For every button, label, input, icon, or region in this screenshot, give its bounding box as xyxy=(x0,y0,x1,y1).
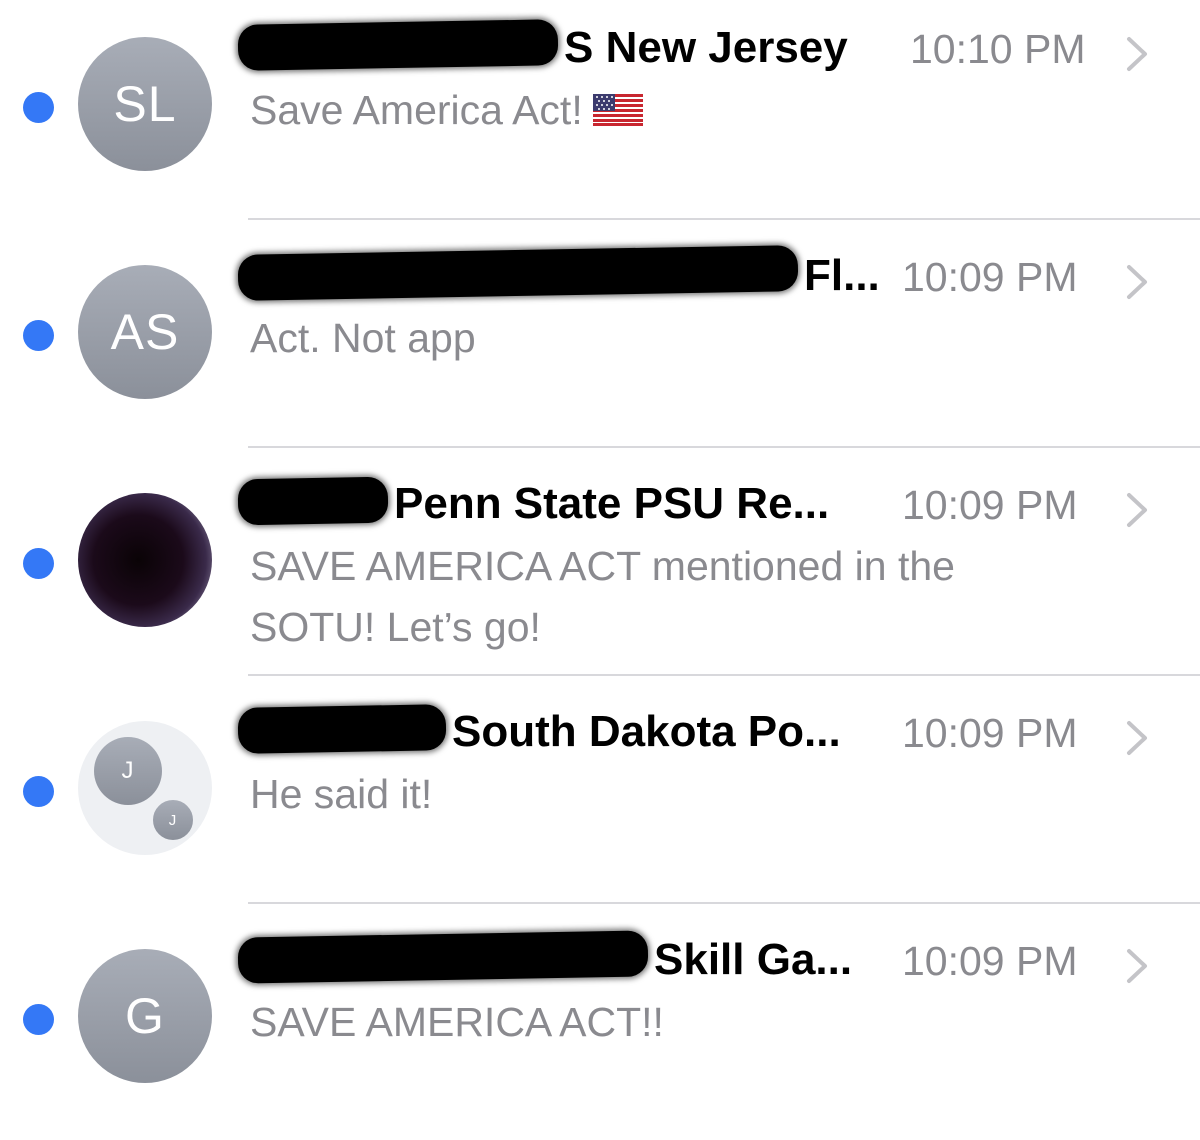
contact-name-text: South Dakota Po... xyxy=(452,707,841,756)
conversation-row[interactable]: G Skill Ga... 10:09 PM SAVE AMERICA ACT!… xyxy=(0,912,1200,1140)
unread-indicator xyxy=(23,776,54,807)
contact-name: Skill Ga... xyxy=(237,930,853,985)
conversation-row[interactable]: SL S New Jersey 10:10 PM Save America Ac… xyxy=(0,0,1200,228)
message-preview: SAVE AMERICA ACT!! xyxy=(250,999,664,1045)
message-time: 10:09 PM xyxy=(902,482,1078,528)
separator xyxy=(248,902,1200,904)
redaction-mark xyxy=(237,476,389,526)
avatar-photo xyxy=(78,493,212,627)
contact-name-text: S New Jersey xyxy=(564,23,848,72)
conversation-row[interactable]: J J South Dakota Po... 10:09 PM He said … xyxy=(0,684,1200,912)
contact-name: South Dakota Po... xyxy=(237,704,841,757)
avatar: SL xyxy=(78,37,212,171)
message-preview: Save America Act! xyxy=(250,80,1110,141)
contact-name-text: Fl... xyxy=(804,251,880,300)
separator xyxy=(248,674,1200,676)
us-flag-icon xyxy=(592,82,643,126)
message-preview: SAVE AMERICA ACT mentioned in the SOTU! … xyxy=(250,543,955,650)
redaction-mark xyxy=(237,245,799,301)
contact-name: Fl... xyxy=(237,245,880,301)
message-time: 10:09 PM xyxy=(902,254,1078,300)
avatar: AS xyxy=(78,265,212,399)
message-time: 10:09 PM xyxy=(902,710,1078,756)
group-avatar: J J xyxy=(78,721,212,855)
message-preview: Act. Not app xyxy=(250,315,476,361)
redaction-mark xyxy=(237,19,559,71)
unread-indicator xyxy=(23,320,54,351)
redaction-mark xyxy=(237,704,447,754)
contact-name-text: Skill Ga... xyxy=(654,935,853,984)
contact-name: Penn State PSU Re... xyxy=(237,476,830,529)
member-avatar: J xyxy=(150,797,196,843)
contact-name-text: Penn State PSU Re... xyxy=(394,479,830,528)
member-avatar: J xyxy=(94,737,162,805)
message-time: 10:10 PM xyxy=(910,26,1086,72)
conversation-row[interactable]: Penn State PSU Re... 10:09 PM SAVE AMERI… xyxy=(0,456,1200,684)
separator xyxy=(248,446,1200,448)
conversation-row[interactable]: AS Fl... 10:09 PM Act. Not app xyxy=(0,228,1200,456)
separator xyxy=(248,218,1200,220)
chevron-right-icon xyxy=(1126,36,1148,71)
chevron-right-icon xyxy=(1126,264,1148,299)
unread-indicator xyxy=(23,1004,54,1035)
chevron-right-icon xyxy=(1126,720,1148,755)
chevron-right-icon xyxy=(1126,948,1148,983)
message-preview-text: Save America Act! xyxy=(250,87,583,133)
message-time: 10:09 PM xyxy=(902,938,1078,984)
unread-indicator xyxy=(23,548,54,579)
unread-indicator xyxy=(23,92,54,123)
redaction-mark xyxy=(237,930,649,984)
avatar: G xyxy=(78,949,212,1083)
contact-name: S New Jersey xyxy=(237,19,848,73)
chevron-right-icon xyxy=(1126,492,1148,527)
message-preview: He said it! xyxy=(250,771,433,817)
